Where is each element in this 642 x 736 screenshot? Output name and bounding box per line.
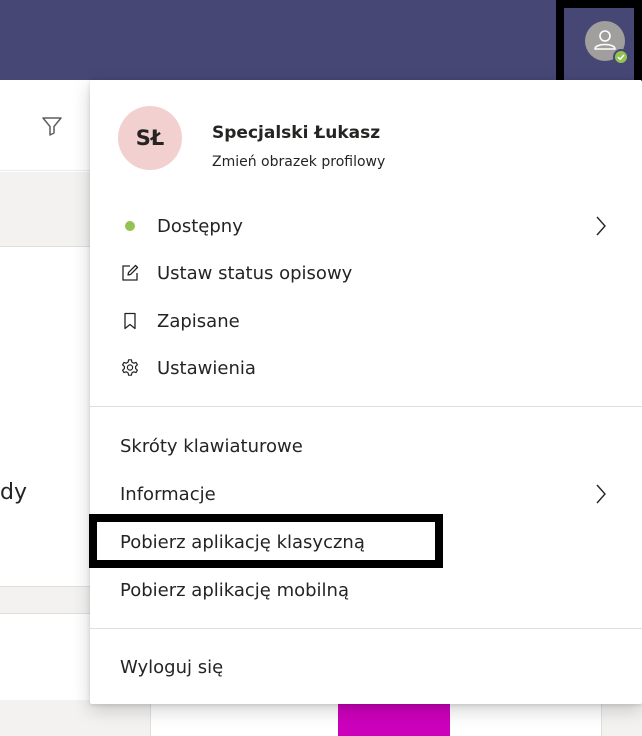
profile-name: Specjalski Łukasz (212, 123, 381, 143)
highlight-annotation-box (89, 514, 443, 568)
background-magenta-tile (338, 700, 450, 736)
menu-item-sign-out[interactable]: Wyloguj się (90, 647, 642, 687)
avatar[interactable] (585, 21, 629, 65)
chevron-right-icon (593, 214, 609, 238)
menu-item-saved[interactable]: Zapisane (90, 301, 642, 341)
set-status-message-label: Ustaw status opisowy (157, 262, 353, 284)
edit-note-icon (120, 263, 140, 283)
background-partial-text: dy (0, 480, 27, 505)
about-label: Informacje (120, 483, 216, 505)
keyboard-shortcuts-label: Skróty klawiaturowe (120, 435, 303, 457)
saved-label: Zapisane (157, 310, 240, 332)
menu-item-settings[interactable]: Ustawienia (90, 348, 642, 388)
menu-item-download-mobile-app[interactable]: Pobierz aplikację mobilną (90, 570, 642, 610)
presence-available-icon (613, 49, 629, 65)
status-label: Dostępny (157, 215, 243, 237)
change-profile-picture-link[interactable]: Zmień obrazek profilowy (212, 154, 385, 170)
download-mobile-app-label: Pobierz aplikację mobilną (120, 579, 349, 601)
menu-item-set-status-message[interactable]: Ustaw status opisowy (90, 253, 642, 293)
filter-icon[interactable] (40, 114, 64, 138)
menu-item-status[interactable]: Dostępny (90, 206, 642, 246)
menu-item-keyboard-shortcuts[interactable]: Skróty klawiaturowe (90, 426, 642, 466)
profile-menu: SŁ Specjalski Łukasz Zmień obrazek profi… (90, 80, 642, 704)
profile-avatar[interactable]: SŁ (118, 106, 182, 170)
chevron-right-icon (593, 482, 609, 506)
profile-initials: SŁ (135, 126, 165, 150)
menu-divider (90, 406, 642, 407)
presence-dot-icon (120, 216, 140, 236)
sign-out-label: Wyloguj się (120, 656, 224, 678)
menu-divider (90, 628, 642, 629)
top-bar (0, 0, 642, 80)
settings-label: Ustawienia (157, 357, 256, 379)
gear-icon (120, 358, 140, 378)
bookmark-icon (120, 311, 140, 331)
menu-item-about[interactable]: Informacje (90, 474, 642, 514)
